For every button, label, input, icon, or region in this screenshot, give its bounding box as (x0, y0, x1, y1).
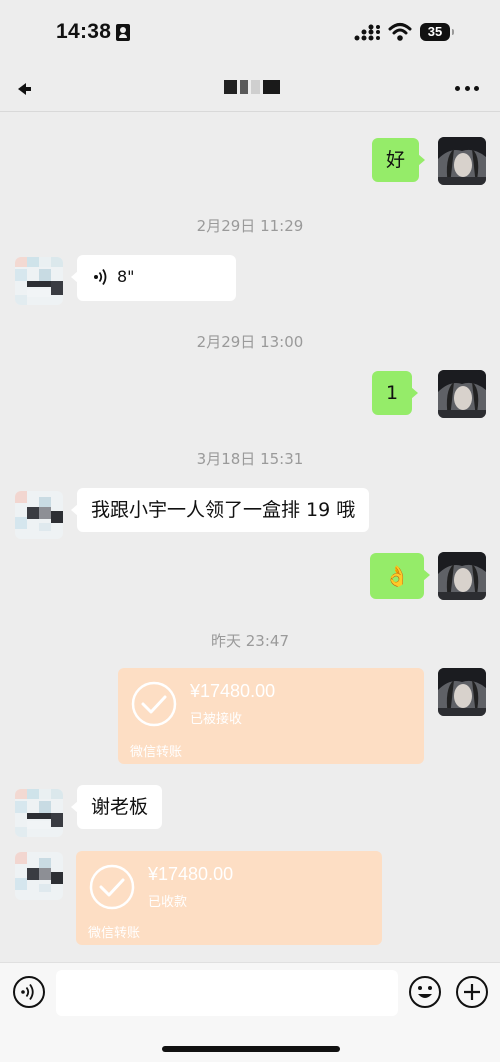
timestamp: 2月29日 11:29 (196, 217, 304, 235)
message-bubble-other[interactable]: 谢老板 (70, 785, 163, 829)
transfer-footer: 微信转账 (130, 745, 183, 760)
check-circle-icon (131, 681, 177, 727)
avatar-other-pixelated[interactable] (15, 491, 63, 539)
more-icon[interactable] (455, 84, 479, 92)
timestamp: 昨天 23:47 (211, 632, 289, 650)
chat-header (0, 66, 500, 112)
transfer-amount: ¥17480.00 (148, 864, 234, 884)
back-arrow-icon[interactable] (16, 79, 36, 99)
timestamp: 3月18日 15:31 (196, 450, 304, 468)
transfer-amount: ¥17480.00 (190, 681, 276, 701)
voice-duration: 8" (117, 267, 135, 286)
timestamp: 2月29日 13:00 (196, 333, 304, 351)
message-input[interactable] (56, 970, 398, 1016)
check-circle-icon (89, 864, 135, 910)
avatar-self[interactable] (438, 370, 486, 418)
voice-wave-icon (94, 269, 107, 285)
transfer-footer: 微信转账 (88, 926, 141, 941)
emoji-message[interactable]: 👌 (370, 553, 430, 599)
transfer-status: 已被接收 (190, 712, 243, 727)
avatar-self[interactable] (438, 552, 486, 600)
chat-title-pixelated (224, 80, 280, 98)
home-indicator (162, 1046, 340, 1052)
avatar-other-pixelated[interactable] (15, 852, 63, 900)
transfer-status: 已收款 (148, 895, 188, 910)
message-bubble-self[interactable]: 1 (372, 371, 419, 415)
message-bubble-other[interactable]: 我跟小宇一人领了一盒排 19 哦 (70, 488, 370, 532)
status-time: 14:38 (56, 20, 112, 43)
avatar-other-pixelated[interactable] (15, 789, 63, 837)
plus-icon[interactable] (455, 975, 489, 1009)
transfer-card-sent[interactable]: ¥17480.00 已被接收 微信转账 (118, 668, 424, 764)
emoji-icon[interactable] (408, 975, 442, 1009)
avatar-self[interactable] (438, 668, 486, 716)
voice-toggle-icon[interactable] (12, 975, 46, 1009)
status-bar: 14:38 35 (0, 0, 500, 66)
avatar-self[interactable] (438, 137, 486, 185)
battery-icon: 35 (420, 23, 454, 41)
message-bubble-self[interactable]: 好 (372, 138, 426, 182)
person-card-icon (116, 24, 130, 41)
wifi-icon (388, 23, 412, 41)
voice-message[interactable]: 8" (71, 255, 236, 301)
avatar-other-pixelated[interactable] (15, 257, 63, 305)
transfer-card-received[interactable]: ¥17480.00 已收款 微信转账 (76, 851, 382, 945)
signal-icon (354, 24, 380, 41)
